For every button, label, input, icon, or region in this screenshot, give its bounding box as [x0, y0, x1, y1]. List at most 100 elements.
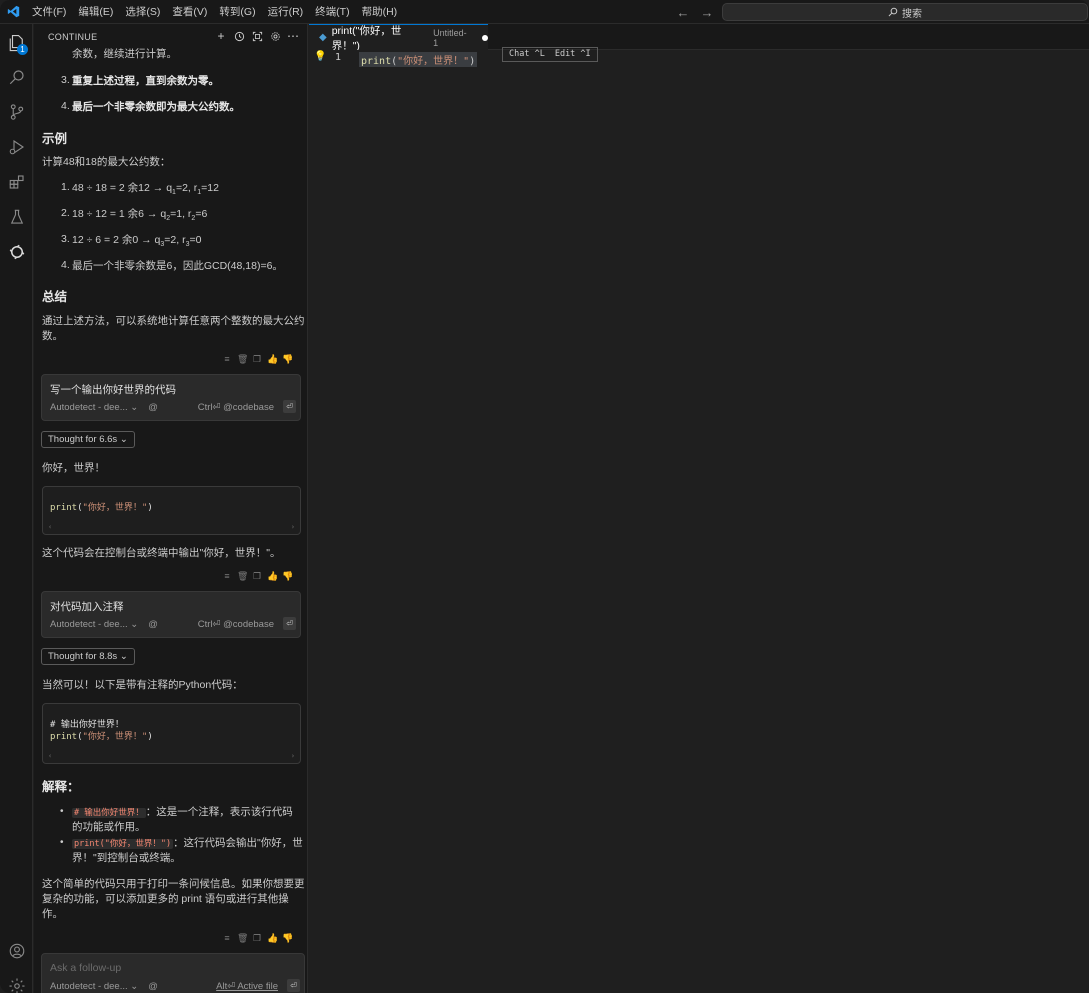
more-actions-icon[interactable]: ⋯ [287, 29, 299, 43]
edit-hint[interactable]: Edit ^I [555, 48, 591, 61]
continue-panel: CONTINUE + ⋯ 余数，继续进行计算。 3. 重复上述过程，直到余数为零… [34, 24, 308, 993]
model-select[interactable]: Autodetect - dee... ⌄ [50, 619, 138, 630]
continue-generation-icon[interactable]: ≡ [222, 571, 232, 582]
user-message-2[interactable]: 对代码加入注释 Autodetect - dee... ⌄ @ Ctrl⏎ @c… [41, 591, 301, 638]
thumbs-up-icon[interactable]: 👍 [267, 571, 278, 582]
new-session-plus-icon[interactable]: + [215, 29, 227, 43]
bullet-dot-1: • [60, 806, 64, 817]
run-debug-icon[interactable] [0, 130, 33, 163]
menu-go[interactable]: 转到(G) [213, 0, 261, 24]
example-1: 48 ÷ 18 = 2 余12 → q1=2, r1=12 [72, 182, 219, 197]
reply-2-text: 当然可以！以下是带有注释的Python代码： [42, 679, 243, 691]
delete-icon[interactable]: 🗑 [237, 571, 248, 582]
submit-enter-icon[interactable]: ⏎ [283, 400, 296, 413]
thumbs-up-icon[interactable]: 👍 [267, 354, 278, 365]
active-file-button[interactable]: Alt⏎ Active file [216, 981, 278, 992]
closing-line-2: 复杂的功能，可以添加更多的 print 语句或进行其他操 [42, 893, 289, 905]
mention-at-button[interactable]: @ [148, 981, 158, 992]
menu-view[interactable]: 查看(V) [166, 0, 213, 24]
example-3: 12 ÷ 6 = 2 余0 → q3=2, r3=0 [72, 234, 202, 249]
menu-file[interactable]: 文件(F) [26, 0, 72, 24]
menu-selection[interactable]: 选择(S) [119, 0, 166, 24]
scroll-right-icon[interactable]: › [291, 752, 295, 760]
continue-extension-icon[interactable] [0, 235, 33, 268]
summary-heading: 总结 [42, 290, 68, 304]
scroll-right-icon[interactable]: › [291, 523, 295, 531]
menu-run[interactable]: 运行(R) [262, 0, 310, 24]
codebase-hint[interactable]: Ctrl⏎ @codebase [198, 619, 274, 630]
editor-code-line[interactable]: print("你好，世界！") [359, 52, 478, 67]
history-icon[interactable] [233, 29, 245, 43]
config-gear-icon[interactable] [269, 29, 281, 43]
command-center-search[interactable]: 搜索 [722, 3, 1088, 21]
example-intro: 计算48和18的最大公约数： [42, 156, 171, 168]
mention-at-button[interactable]: @ [148, 619, 158, 630]
continue-generation-icon[interactable]: ≡ [222, 933, 232, 944]
explorer-icon[interactable]: 1 [0, 26, 33, 59]
tab-untitled-1[interactable]: ◆ print("你好，世界！") Untitled-1 [309, 24, 488, 52]
step4-text: 最后一个非零余数即为最大公约数。 [72, 101, 240, 113]
code-block-2-line: print("你好，世界！") [50, 732, 153, 742]
user-message-1[interactable]: 写一个输出你好世界的代码 Autodetect - dee... ⌄ @ Ctr… [41, 374, 301, 421]
editor-tab-bar: ◆ print("你好，世界！") Untitled-1 [309, 24, 1089, 52]
codebase-hint[interactable]: Ctrl⏎ @codebase [198, 402, 274, 413]
step2-tail: 余数，继续进行计算。 [72, 48, 177, 60]
explain-heading: 解释： [42, 780, 80, 794]
reply-1-after: 这个代码会在控制台或终端中输出"你好，世界！"。 [42, 547, 281, 559]
code-block-1[interactable]: print("你好，世界！") ‹ › [42, 486, 301, 535]
menu-edit[interactable]: 编辑(E) [72, 0, 119, 24]
bullet-1-line-1: # 输出你好世界！ ：这是一个注释，表示该行代码 [72, 806, 293, 818]
thought-toggle-2[interactable]: Thought for 8.8s ⌄ [41, 648, 135, 665]
code-block-2[interactable]: # 输出你好世界！ print("你好，世界！") ‹ › [42, 703, 301, 764]
model-select[interactable]: Autodetect - dee... ⌄ [50, 981, 138, 992]
step3-text: 重复上述过程，直到余数为零。 [72, 75, 219, 87]
user-message-text: 对代码加入注释 [50, 601, 124, 613]
thumbs-down-icon[interactable]: 👎 [282, 354, 293, 365]
search-icon [888, 7, 898, 17]
copy-icon[interactable]: ❐ [252, 354, 262, 365]
example-3-number: 3. [61, 233, 70, 245]
submit-enter-icon[interactable]: ⏎ [287, 979, 300, 992]
delete-icon[interactable]: 🗑 [237, 933, 248, 944]
menu-terminal[interactable]: 终端(T) [309, 0, 355, 24]
thought-toggle-1[interactable]: Thought for 6.6s ⌄ [41, 431, 135, 448]
continue-generation-icon[interactable]: ≡ [222, 354, 232, 365]
follow-up-input[interactable]: Ask a follow-up Autodetect - dee... ⌄ @ … [41, 953, 305, 993]
source-control-icon[interactable] [0, 95, 33, 128]
fullscreen-icon[interactable] [251, 29, 263, 43]
unsaved-dot-icon[interactable] [482, 34, 488, 41]
search-view-icon[interactable] [0, 60, 33, 93]
scroll-left-icon[interactable]: ‹ [48, 523, 52, 531]
chat-hint[interactable]: Chat ^L [509, 48, 545, 61]
model-select[interactable]: Autodetect - dee... ⌄ [50, 402, 138, 413]
thumbs-down-icon[interactable]: 👎 [282, 933, 293, 944]
account-icon[interactable] [0, 934, 33, 967]
copy-icon[interactable]: ❐ [252, 571, 262, 582]
closing-line-1: 这个简单的代码只用于打印一条问候信息。如果你想要更 [42, 878, 305, 890]
message-actions: ≡ 🗑 ❐ 👍 👎 [222, 571, 293, 582]
delete-icon[interactable]: 🗑 [237, 354, 248, 365]
thumbs-up-icon[interactable]: 👍 [267, 933, 278, 944]
user-message-text: 写一个输出你好世界的代码 [50, 384, 176, 396]
forward-arrow-icon[interactable]: → [700, 5, 714, 20]
summary-line-1: 通过上述方法，可以系统地计算任意两个整数的最大公约 [42, 315, 305, 327]
testing-flask-icon[interactable] [0, 200, 33, 233]
lightbulb-icon[interactable]: 💡 [314, 51, 326, 62]
menu-help[interactable]: 帮助(H) [356, 0, 404, 24]
follow-up-placeholder: Ask a follow-up [50, 962, 122, 974]
message-actions: ≡ 🗑 ❐ 👍 👎 [222, 933, 293, 944]
copy-icon[interactable]: ❐ [252, 933, 262, 944]
back-arrow-icon[interactable]: ← [676, 5, 690, 20]
bullet-2-line-2: 界！"到控制台或终端。 [72, 852, 181, 864]
mention-at-button[interactable]: @ [148, 402, 158, 413]
tab-description: Untitled-1 [433, 27, 467, 48]
extensions-icon[interactable] [0, 165, 33, 198]
thumbs-down-icon[interactable]: 👎 [282, 571, 293, 582]
settings-gear-icon[interactable] [0, 969, 33, 993]
scroll-left-icon[interactable]: ‹ [48, 752, 52, 760]
code-editor[interactable]: 💡 1 print("你好，世界！") Chat ^L Edit ^I [309, 47, 1089, 993]
step4-number: 4. [61, 100, 70, 112]
navigation-arrows: ← → [676, 0, 714, 24]
submit-enter-icon[interactable]: ⏎ [283, 617, 296, 630]
vscode-logo-icon [0, 0, 26, 24]
